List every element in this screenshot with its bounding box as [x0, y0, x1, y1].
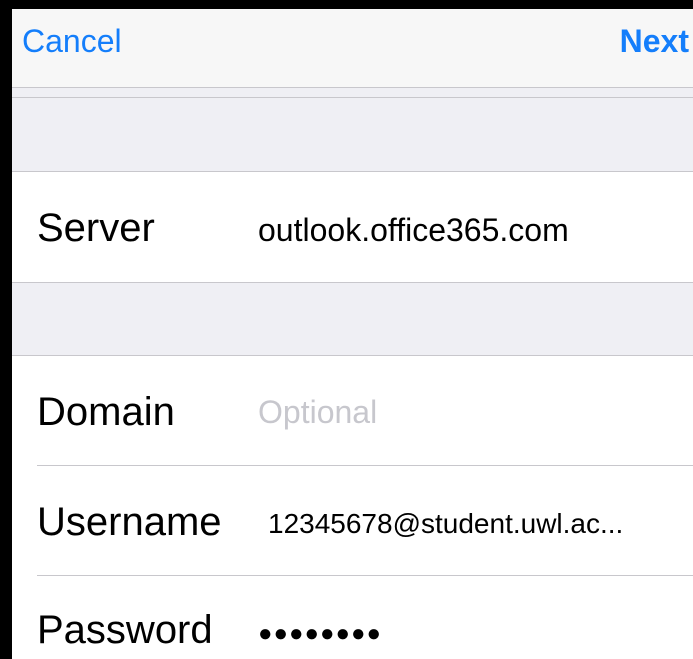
screen: Cancel Next Server outlook.office365.com… [12, 9, 693, 659]
server-label: Server [37, 206, 155, 250]
domain-label: Domain [37, 390, 175, 434]
domain-field[interactable] [258, 394, 678, 431]
username-label: Username [37, 500, 222, 544]
next-button[interactable]: Next [620, 23, 689, 60]
account-group: Domain Username 12345678@student.uwl.ac.… [12, 355, 693, 659]
password-label: Password [37, 608, 213, 652]
device-frame: Cancel Next Server outlook.office365.com… [0, 0, 693, 659]
section-separator [12, 97, 693, 98]
navigation-bar: Cancel Next [12, 9, 693, 88]
server-group: Server outlook.office365.com [12, 171, 693, 283]
server-field[interactable]: outlook.office365.com [258, 212, 569, 249]
domain-row[interactable]: Domain [12, 356, 693, 466]
cancel-button[interactable]: Cancel [22, 23, 122, 60]
username-row[interactable]: Username 12345678@student.uwl.ac... [12, 466, 693, 576]
username-field[interactable]: 12345678@student.uwl.ac... [268, 508, 623, 540]
password-field[interactable]: ●●●●●●●● [258, 620, 382, 648]
server-row[interactable]: Server outlook.office365.com [12, 172, 693, 282]
password-row[interactable]: Password ●●●●●●●● [12, 576, 693, 659]
